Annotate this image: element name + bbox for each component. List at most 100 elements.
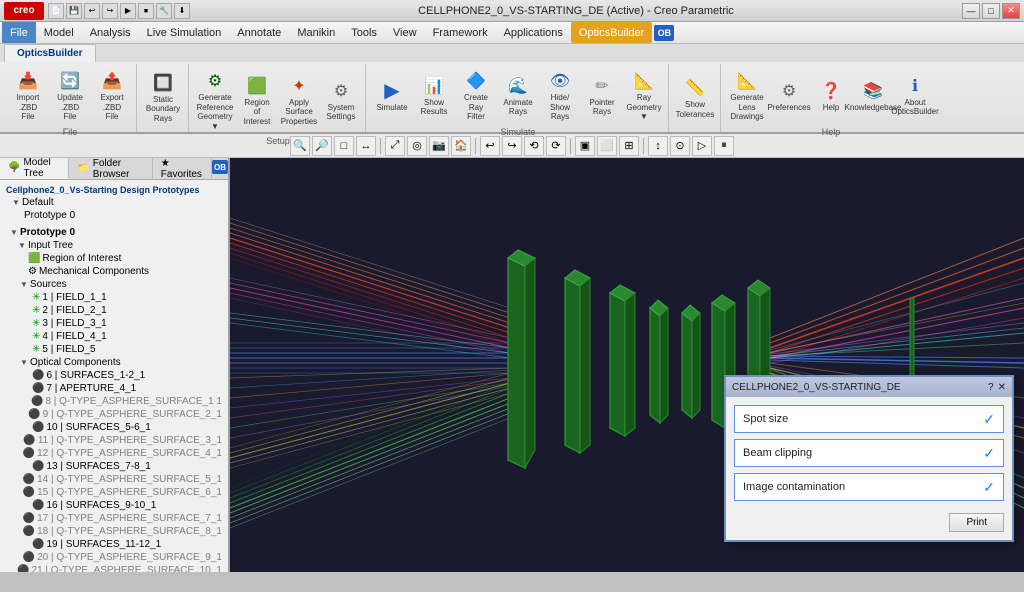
tree-prototype-0-sub[interactable]: Prototype 0 [4, 209, 224, 222]
wireframe-button[interactable]: ⬜ [597, 136, 617, 156]
static-boundary-button[interactable]: 🔲 StaticBoundary Rays [143, 68, 183, 127]
tree-qtype-18[interactable]: ⚫ 18 | Q-TYPE_ASPHERE_SURFACE_8_1 [4, 525, 224, 538]
tree-mechanical[interactable]: ⚙ Mechanical Components [4, 265, 224, 278]
undo-view-button[interactable]: ↩ [480, 136, 500, 156]
image-contamination-item[interactable]: Image contamination ✓ [734, 473, 1004, 501]
animate-rays-button[interactable]: 🌊 AnimateRays [498, 71, 538, 120]
show-results-button[interactable]: 📊 ShowResults [414, 71, 454, 120]
tree-prototype-0[interactable]: ▼ Prototype 0 [4, 226, 224, 239]
pause-button[interactable]: ⏸ [714, 136, 734, 156]
pointer-rays-button[interactable]: ✏ PointerRays [582, 71, 622, 120]
tree-default[interactable]: ▼ Default [4, 196, 224, 209]
viewport[interactable]: CELLPHONE2_0_VS-STARTING_DE ? ✕ Spot siz… [230, 158, 1024, 572]
tree-field-2[interactable]: ✳ 2 | FIELD_2_1 [4, 304, 224, 317]
tree-qtype-17[interactable]: ⚫ 17 | Q-TYPE_ASPHERE_SURFACE_7_1 [4, 512, 224, 525]
apply-surface-button[interactable]: ✦ Apply SurfaceProperties [279, 71, 319, 130]
zoom-in-button[interactable]: 🔍 [290, 136, 310, 156]
rotate-button[interactable]: ⤢ [385, 136, 405, 156]
tree-input-tree[interactable]: ▼ Input Tree [4, 239, 224, 252]
camera-button[interactable]: 📷 [429, 136, 449, 156]
title-icon-6[interactable]: ⏹ [138, 3, 154, 19]
menu-model[interactable]: Model [36, 22, 82, 43]
menu-file[interactable]: File [2, 22, 36, 43]
tree-optical-components[interactable]: ▼ Optical Components [4, 356, 224, 369]
tree-qtype-9[interactable]: ⚫ 9 | Q-TYPE_ASPHERE_SURFACE_2_1 [4, 408, 224, 421]
rotate-ccw-button[interactable]: ⟳ [546, 136, 566, 156]
tree-root[interactable]: Cellphone2_0_Vs-Starting Design Prototyp… [4, 184, 224, 196]
simulate-button[interactable]: ▶ Simulate [372, 76, 412, 116]
tree-field-1[interactable]: ✳ 1 | FIELD_1_1 [4, 291, 224, 304]
tree-field-4[interactable]: ✳ 4 | FIELD_4_1 [4, 330, 224, 343]
import-zbd-button[interactable]: 📥 Import .ZBDFile [8, 66, 48, 125]
model-tree-tab[interactable]: 🌳 Model Tree [0, 158, 69, 179]
tree-surfaces-7-8[interactable]: ⚫ 13 | SURFACES_7-8_1 [4, 460, 224, 473]
title-icon-3[interactable]: ↩ [84, 3, 100, 19]
zoom-out-button[interactable]: 🔎 [312, 136, 332, 156]
print-button[interactable]: Print [949, 513, 1004, 532]
display-toggle-button[interactable]: ↕ [648, 136, 668, 156]
tree-surfaces-1-2[interactable]: ⚫ 6 | SURFACES_1-2_1 [4, 369, 224, 382]
tree-surfaces-11-12[interactable]: ⚫ 19 | SURFACES_11-12_1 [4, 538, 224, 551]
menu-analysis[interactable]: Analysis [82, 22, 139, 43]
tree-surfaces-9-10[interactable]: ⚫ 16 | SURFACES_9-10_1 [4, 499, 224, 512]
title-icon-8[interactable]: ⬇ [174, 3, 190, 19]
title-icon-2[interactable]: 💾 [66, 3, 82, 19]
folder-browser-tab[interactable]: 📁 Folder Browser [69, 158, 153, 179]
rotate-cw-button[interactable]: ⟲ [524, 136, 544, 156]
preferences-button[interactable]: ⚙ Preferences [769, 76, 809, 116]
tree-field-5[interactable]: ✳ 5 | FIELD_5 [4, 343, 224, 356]
about-button[interactable]: ℹ AboutOpticsBuilder [895, 71, 935, 120]
center-button[interactable]: ◎ [407, 136, 427, 156]
hidden-lines-button[interactable]: ⊞ [619, 136, 639, 156]
beam-clipping-item[interactable]: Beam clipping ✓ [734, 439, 1004, 467]
tree-qtype-8[interactable]: ⚫ 8 | Q-TYPE_ASPHERE_SURFACE_1 1 [4, 395, 224, 408]
system-settings-button[interactable]: ⚙ SystemSettings [321, 76, 361, 125]
menu-framework[interactable]: Framework [425, 22, 496, 43]
menu-view[interactable]: View [385, 22, 425, 43]
minimize-button[interactable]: — [962, 3, 980, 19]
generate-lens-button[interactable]: 📐 Generate LensDrawings [727, 66, 767, 125]
tree-qtype-11[interactable]: ⚫ 11 | Q-TYPE_ASPHERE_SURFACE_3_1 [4, 434, 224, 447]
shaded-button[interactable]: ▣ [575, 136, 595, 156]
ray-geometry-button[interactable]: 📐 RayGeometry ▼ [624, 66, 664, 125]
tree-qtype-15[interactable]: ⚫ 15 | Q-TYPE_ASPHERE_SURFACE_6_1 [4, 486, 224, 499]
tree-surfaces-5-6[interactable]: ⚫ 10 | SURFACES_5-6_1 [4, 421, 224, 434]
tree-aperture-4[interactable]: ⚫ 7 | APERTURE_4_1 [4, 382, 224, 395]
dialog-help-button[interactable]: ? [988, 382, 994, 393]
close-button[interactable]: ✕ [1002, 3, 1020, 19]
home-button[interactable]: 🏠 [451, 136, 471, 156]
menu-tools[interactable]: Tools [343, 22, 385, 43]
tree-region-of-interest[interactable]: 🟩 Region of Interest [4, 252, 224, 265]
tree-qtype-12[interactable]: ⚫ 12 | Q-TYPE_ASPHERE_SURFACE_4_1 [4, 447, 224, 460]
knowledgebase-button[interactable]: 📚 Knowledgebase [853, 76, 893, 116]
title-icon-1[interactable]: 📄 [48, 3, 64, 19]
region-interest-button[interactable]: 🟩 Region ofInterest [237, 71, 277, 130]
menu-applications[interactable]: Applications [496, 22, 571, 43]
generate-ref-button[interactable]: ⚙ Generate ReferenceGeometry ▼ [195, 66, 235, 134]
show-tolerances-button[interactable]: 📏 ShowTolerances [675, 73, 715, 122]
export-zbd-button[interactable]: 📤 Export .ZBDFile [92, 66, 132, 125]
menu-manikin[interactable]: Manikin [289, 22, 343, 43]
spot-size-item[interactable]: Spot size ✓ [734, 405, 1004, 433]
title-icon-4[interactable]: ↪ [102, 3, 118, 19]
fit-view-button[interactable]: □ [334, 136, 354, 156]
tree-qtype-14[interactable]: ⚫ 14 | Q-TYPE_ASPHERE_SURFACE_5_1 [4, 473, 224, 486]
pan-button[interactable]: ↔ [356, 136, 376, 156]
hide-show-rays-button[interactable]: 👁 Hide/Show Rays [540, 66, 580, 125]
tree-qtype-21[interactable]: ⚫ 21 | Q-TYPE_ASPHERE_SURFACE_10_1 [4, 564, 224, 572]
maximize-button[interactable]: □ [982, 3, 1000, 19]
tree-sources[interactable]: ▼ Sources [4, 278, 224, 291]
tree-qtype-20[interactable]: ⚫ 20 | Q-TYPE_ASPHERE_SURFACE_9_1 [4, 551, 224, 564]
clip-button[interactable]: ⊙ [670, 136, 690, 156]
title-icon-5[interactable]: ▶ [120, 3, 136, 19]
menu-opticsbuilder[interactable]: OpticsBuilder [571, 22, 652, 43]
dialog-close-button[interactable]: ✕ [998, 382, 1006, 393]
title-icon-7[interactable]: 🔧 [156, 3, 172, 19]
create-ray-filter-button[interactable]: 🔷 CreateRay Filter [456, 66, 496, 125]
tree-field-3[interactable]: ✳ 3 | FIELD_3_1 [4, 317, 224, 330]
menu-annotate[interactable]: Annotate [229, 22, 289, 43]
redo-view-button[interactable]: ↪ [502, 136, 522, 156]
play-button[interactable]: ▷ [692, 136, 712, 156]
update-zbd-button[interactable]: 🔄 Update .ZBDFile [50, 66, 90, 125]
favorites-tab[interactable]: ★ Favorites [153, 158, 212, 179]
